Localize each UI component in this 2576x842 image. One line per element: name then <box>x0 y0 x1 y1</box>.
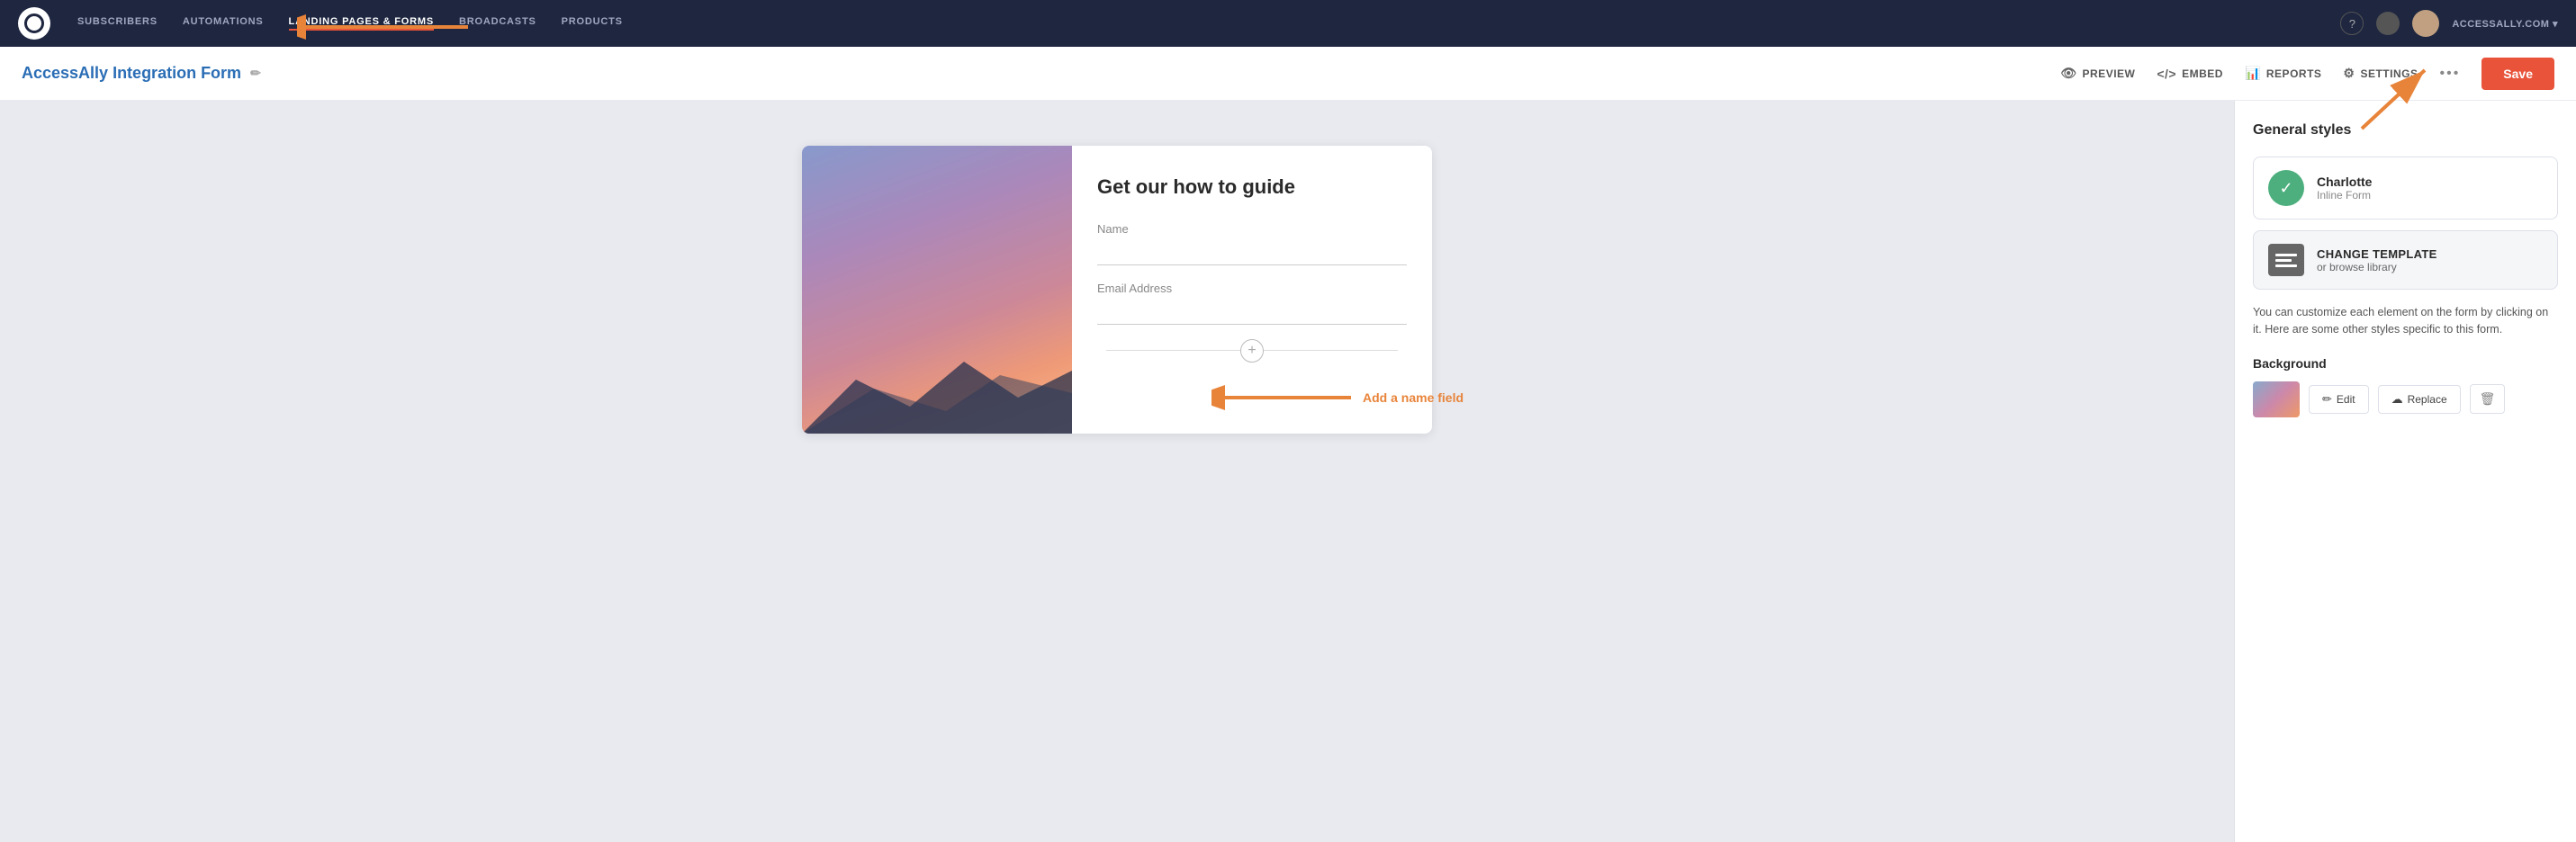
gear-icon: ⚙ <box>2343 66 2355 81</box>
delete-background-button[interactable]: 🗑 <box>2470 384 2506 414</box>
checkmark-icon: ✓ <box>2279 179 2292 198</box>
canvas-area: Get our how to guide Name Email Address … <box>0 101 2234 842</box>
name-input[interactable] <box>1097 239 1407 265</box>
notifications-button[interactable] <box>2376 12 2400 35</box>
preview-button[interactable]: 👁 PREVIEW <box>2060 66 2135 81</box>
email-label: Email Address <box>1097 282 1407 295</box>
change-template-card[interactable]: CHANGE TEMPLATE or browse library <box>2253 230 2558 290</box>
sidebar-description: You can customize each element on the fo… <box>2253 304 2558 338</box>
template-check-icon-wrapper: ✓ <box>2268 170 2304 206</box>
sidebar-title: General styles <box>2253 122 2558 139</box>
form-preview: Get our how to guide Name Email Address … <box>802 146 1432 434</box>
replace-background-button[interactable]: ☁ Replace <box>2378 385 2461 414</box>
trash-icon: 🗑 <box>2480 391 2496 406</box>
form-heading: Get our how to guide <box>1097 175 1407 201</box>
background-controls: ✏ Edit ☁ Replace 🗑 <box>2253 381 2558 417</box>
edit-title-icon[interactable]: ✏ <box>250 66 261 81</box>
nav-broadcasts[interactable]: BROADCASTS <box>459 16 536 31</box>
background-thumbnail[interactable] <box>2253 381 2300 417</box>
current-template-card[interactable]: ✓ Charlotte Inline Form <box>2253 157 2558 219</box>
name-label: Name <box>1097 222 1407 236</box>
form-background-image[interactable] <box>802 146 1072 434</box>
avatar[interactable] <box>2412 10 2439 37</box>
ct-line-3 <box>2275 264 2297 267</box>
settings-button[interactable]: ⚙ SETTINGS <box>2343 66 2418 81</box>
form-content: Get our how to guide Name Email Address … <box>1072 146 1432 434</box>
toolbar: AccessAlly Integration Form ✏ 👁 PREVIEW … <box>0 47 2576 101</box>
account-menu[interactable]: ACCESSALLY.COM ▾ <box>2452 18 2558 30</box>
change-template-sub-label: or browse library <box>2317 261 2437 273</box>
email-field[interactable]: Email Address <box>1097 282 1407 325</box>
save-button[interactable]: Save <box>2481 58 2554 90</box>
nav-right-section: ? ACCESSALLY.COM ▾ <box>2340 10 2558 37</box>
help-button[interactable]: ? <box>2340 12 2364 35</box>
form-title-area: AccessAlly Integration Form ✏ <box>22 64 2060 83</box>
change-template-icon <box>2268 244 2304 276</box>
nav-subscribers[interactable]: SUBSCRIBERS <box>77 16 158 31</box>
background-section-title: Background <box>2253 356 2558 371</box>
nav-landing-pages[interactable]: LANDING PAGES & FORMS <box>289 16 434 31</box>
template-type: Inline Form <box>2317 189 2543 202</box>
main-content: Get our how to guide Name Email Address … <box>0 101 2576 842</box>
toolbar-actions: 👁 PREVIEW </> EMBED 📊 REPORTS ⚙ SETTINGS… <box>2060 58 2554 90</box>
upload-icon: ☁ <box>2391 392 2403 407</box>
pencil-icon: ✏ <box>2322 392 2332 407</box>
eye-icon: 👁 <box>2060 66 2076 81</box>
mountain-illustration <box>802 326 1072 434</box>
form-title: AccessAlly Integration Form <box>22 64 241 83</box>
logo[interactable] <box>18 7 50 40</box>
edit-background-button[interactable]: ✏ Edit <box>2309 385 2369 414</box>
ct-line-1 <box>2275 254 2297 256</box>
add-field-button[interactable]: + <box>1097 341 1407 360</box>
name-field[interactable]: Name <box>1097 222 1407 265</box>
template-name: Charlotte <box>2317 175 2543 189</box>
embed-button[interactable]: </> EMBED <box>2157 67 2223 81</box>
top-navigation: SUBSCRIBERS AUTOMATIONS LANDING PAGES & … <box>0 0 2576 47</box>
nav-products[interactable]: PRODUCTS <box>562 16 623 31</box>
nav-items: SUBSCRIBERS AUTOMATIONS LANDING PAGES & … <box>77 16 2313 31</box>
more-options-button[interactable]: ••• <box>2439 66 2460 82</box>
canvas-container: Get our how to guide Name Email Address … <box>712 146 1522 434</box>
chart-icon: 📊 <box>2245 66 2261 81</box>
ct-line-2 <box>2275 259 2292 262</box>
embed-icon: </> <box>2157 67 2176 81</box>
change-template-info: CHANGE TEMPLATE or browse library <box>2317 247 2437 273</box>
nav-automations[interactable]: AUTOMATIONS <box>183 16 264 31</box>
reports-button[interactable]: 📊 REPORTS <box>2245 66 2321 81</box>
change-template-main-label: CHANGE TEMPLATE <box>2317 247 2437 261</box>
template-lines-icon <box>2275 254 2297 267</box>
email-input[interactable] <box>1097 299 1407 325</box>
logo-icon <box>24 13 44 33</box>
add-field-icon[interactable]: + <box>1240 339 1264 363</box>
sidebar: General styles ✓ Charlotte Inline Form C… <box>2234 101 2576 842</box>
template-info: Charlotte Inline Form <box>2317 175 2543 202</box>
